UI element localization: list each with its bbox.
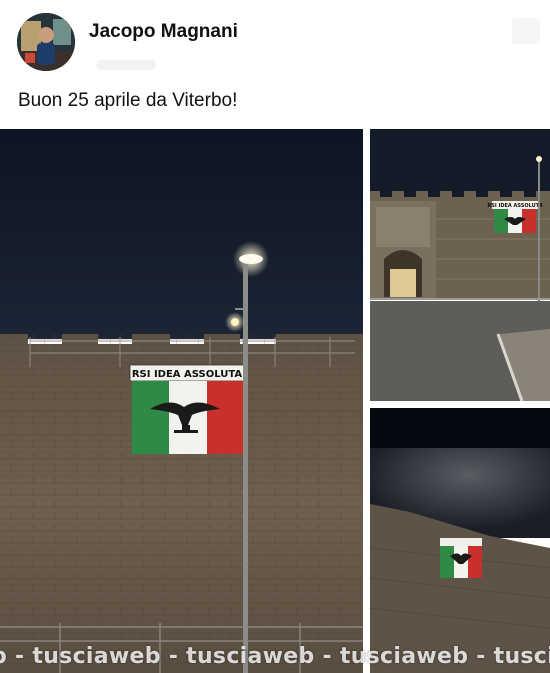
post-meta xyxy=(96,60,156,70)
post-header: Jacopo Magnani xyxy=(0,0,550,80)
photo-main-image: RSI IDEA ASSOLUTA xyxy=(0,129,363,673)
top-right-banner-text: RSI IDEA ASSOLUTA xyxy=(487,203,542,209)
flag-banner-main: RSI IDEA ASSOLUTA xyxy=(129,364,245,454)
more-options-icon[interactable] xyxy=(512,18,540,44)
avatar-image xyxy=(17,13,75,71)
photo-bottom-right[interactable] xyxy=(370,408,550,673)
author-name[interactable]: Jacopo Magnani xyxy=(89,21,238,43)
flag-banner-top-right: RSI IDEA ASSOLUTA xyxy=(487,201,543,233)
flag-banner-bottom-right xyxy=(440,538,482,578)
avatar[interactable] xyxy=(17,13,75,71)
photo-top-right[interactable]: RSI IDEA ASSOLUTA xyxy=(370,129,550,401)
photo-main[interactable]: RSI IDEA ASSOLUTA xyxy=(0,129,363,673)
photo-top-right-image: RSI IDEA ASSOLUTA xyxy=(370,129,550,401)
photo-bottom-right-image xyxy=(370,408,550,673)
main-banner-text: RSI IDEA ASSOLUTA xyxy=(132,369,243,380)
post-caption: Buon 25 aprile da Viterbo! xyxy=(18,90,238,111)
